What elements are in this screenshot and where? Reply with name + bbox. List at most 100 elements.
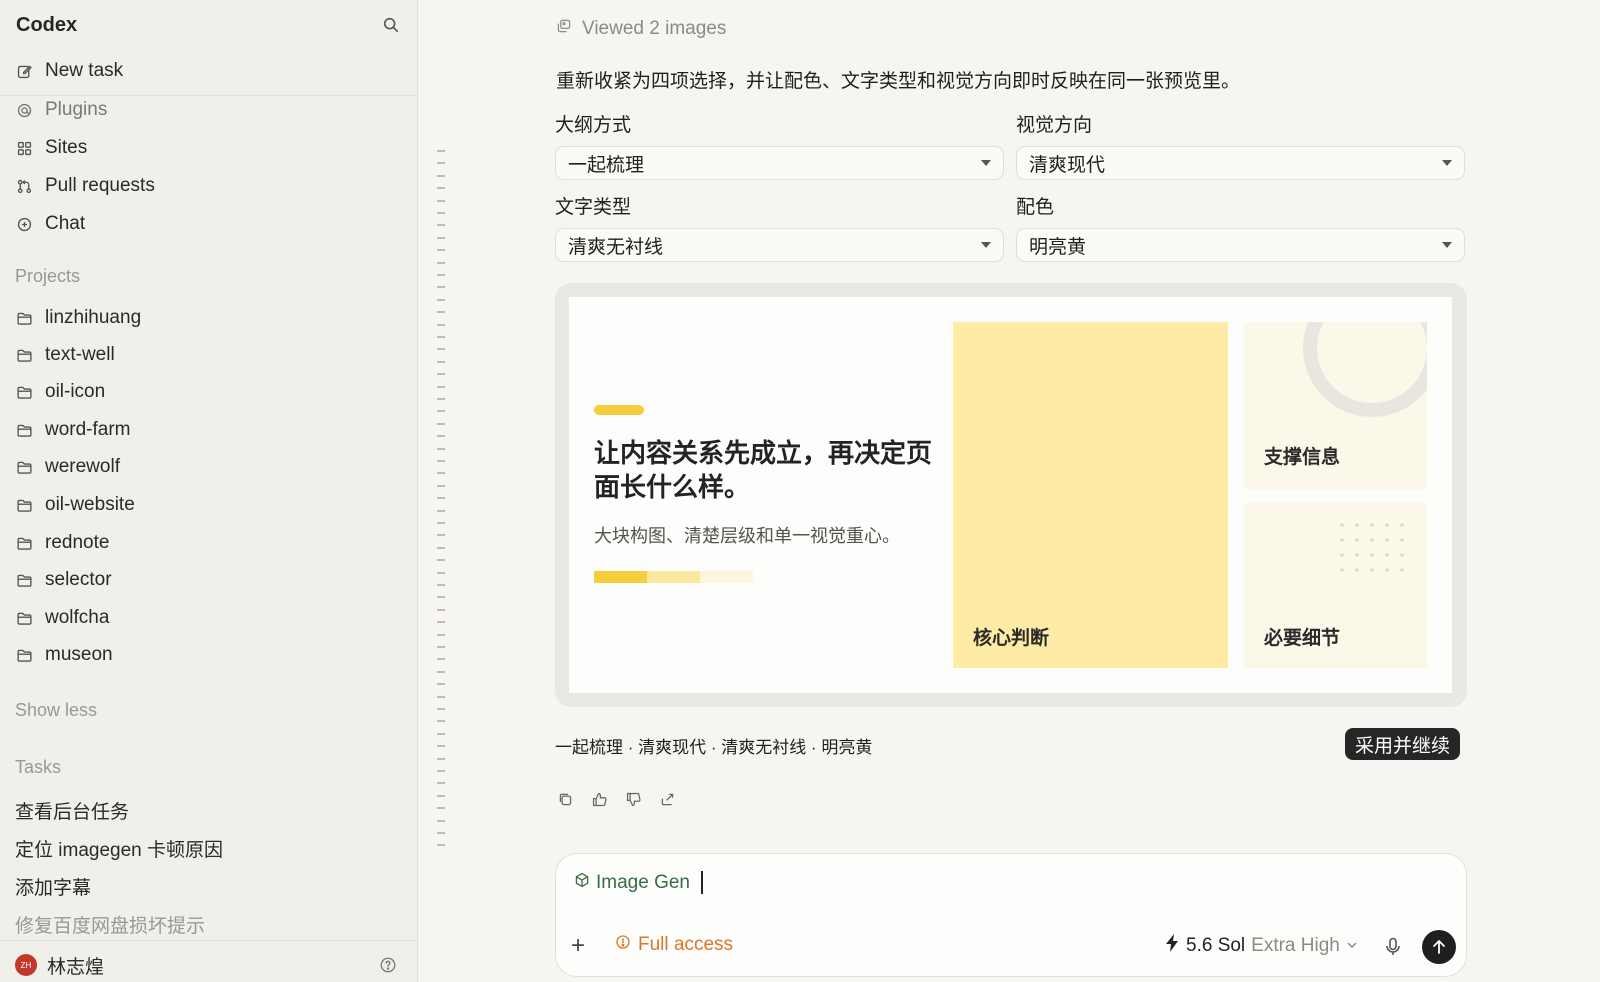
user-profile[interactable]: ZH 林志煌 (15, 952, 104, 979)
intro-text: 重新收紧为四项选择，并让配色、文字类型和视觉方向即时反映在同一张预览里。 (556, 71, 1241, 92)
message-actions (556, 790, 676, 808)
viewed-images-text: Viewed 2 images (582, 18, 727, 39)
chevron-down-icon (981, 242, 991, 248)
chevron-down-icon (1346, 935, 1358, 957)
accent-pill (594, 405, 644, 415)
project-label: selector (45, 569, 112, 590)
share-icon[interactable] (658, 790, 676, 808)
edit-icon (15, 62, 33, 80)
project-label: werewolf (45, 456, 120, 477)
core-block-label: 核心判断 (973, 628, 1050, 649)
sidebar: Codex New task Plugins Sites Pull reques… (0, 0, 418, 982)
nav-pull-requests[interactable]: Pull requests (15, 171, 395, 201)
nav-plugins[interactable]: Plugins (15, 95, 395, 125)
nav-label: Plugins (45, 99, 108, 120)
nav-label: Pull requests (45, 175, 155, 196)
at-icon (15, 101, 33, 119)
preview-heading: 让内容关系先成立，再决定页面长什么样。 (594, 438, 933, 502)
access-label: Full access (638, 934, 734, 955)
progress-segment (700, 571, 753, 583)
folder-icon (15, 309, 33, 327)
arrow-up-icon (1433, 940, 1445, 954)
color-label: 配色 (1016, 197, 1055, 218)
project-item[interactable]: oil-website (15, 490, 395, 520)
project-label: word-farm (45, 419, 131, 440)
user-row: ZH 林志煌 (15, 952, 399, 978)
task-item[interactable]: 查看后台任务 (15, 797, 129, 824)
project-item[interactable]: wolfcha (15, 603, 395, 633)
project-label: wolfcha (45, 607, 110, 628)
folder-icon (15, 421, 33, 439)
image-gen-chip[interactable]: Image Gen (574, 872, 690, 894)
project-label: text-well (45, 344, 115, 365)
color-select[interactable]: 明亮黄 (1016, 228, 1465, 262)
nav-chat[interactable]: Chat (15, 209, 395, 239)
project-item[interactable]: selector (15, 565, 395, 595)
outline-label: 大纲方式 (555, 115, 632, 136)
thumbs-down-icon[interactable] (624, 790, 642, 808)
task-item[interactable]: 定位 imagegen 卡顿原因 (15, 835, 223, 862)
nav-sites[interactable]: Sites (15, 133, 395, 163)
nav-label: Chat (45, 213, 86, 234)
outline-select[interactable]: 一起梳理 (555, 146, 1004, 180)
project-label: linzhihuang (45, 307, 142, 328)
thumbs-up-icon[interactable] (590, 790, 608, 808)
app-title: Codex (16, 13, 78, 36)
help-icon[interactable] (377, 954, 399, 976)
user-name: 林志煌 (47, 956, 105, 978)
detail-block-label: 必要细节 (1264, 628, 1341, 649)
selection-summary: 一起梳理 · 清爽现代 · 清爽无衬线 · 明亮黄 (555, 738, 873, 757)
add-attachment-button[interactable]: + (571, 934, 585, 958)
model-selector[interactable]: 5.6 Sol Extra High (1166, 934, 1358, 958)
chevron-down-icon (1442, 242, 1452, 248)
grid-icon (15, 139, 33, 157)
visual-value: 清爽现代 (1029, 154, 1106, 176)
project-item[interactable]: text-well (15, 340, 395, 370)
project-label: oil-website (45, 494, 135, 515)
images-icon (556, 18, 572, 40)
cube-icon (574, 872, 590, 894)
task-item[interactable]: 修复百度网盘损坏提示 (15, 911, 205, 938)
nav-label: Sites (45, 137, 88, 158)
visual-select[interactable]: 清爽现代 (1016, 146, 1465, 180)
send-button[interactable] (1422, 930, 1456, 964)
project-item[interactable]: oil-icon (15, 377, 395, 407)
preview-subheading: 大块构图、清楚层级和单一视觉重心。 (594, 526, 900, 546)
folder-icon (15, 646, 33, 664)
core-block (953, 322, 1228, 668)
chevron-down-icon (981, 160, 991, 166)
project-item[interactable]: rednote (15, 528, 395, 558)
chevron-down-icon (1442, 160, 1452, 166)
pull-request-icon (15, 177, 33, 195)
task-item[interactable]: 添加字幕 (15, 873, 91, 900)
projects-label: Projects (15, 266, 81, 286)
progress-segment (594, 571, 647, 583)
access-toggle[interactable]: Full access (615, 934, 733, 956)
composer[interactable] (555, 853, 1467, 977)
show-less-link[interactable]: Show less (15, 700, 97, 721)
apply-continue-button[interactable]: 采用并继续 (1345, 728, 1461, 760)
viewed-images-row[interactable]: Viewed 2 images (556, 18, 726, 40)
type-select[interactable]: 清爽无衬线 (555, 228, 1004, 262)
microphone-icon[interactable] (1384, 937, 1402, 957)
folder-icon (15, 609, 33, 627)
progress-segment (647, 571, 700, 583)
text-cursor (701, 871, 703, 894)
copy-icon[interactable] (556, 790, 574, 808)
folder-icon (15, 534, 33, 552)
project-item[interactable]: linzhihuang (15, 303, 395, 333)
warning-icon (615, 934, 631, 956)
folder-icon (15, 496, 33, 514)
model-effort: Extra High (1251, 935, 1340, 956)
type-value: 清爽无衬线 (568, 236, 664, 258)
nav-new-task[interactable]: New task (15, 56, 395, 86)
search-icon[interactable] (380, 14, 402, 36)
project-item[interactable]: werewolf (15, 452, 395, 482)
visual-label: 视觉方向 (1016, 115, 1093, 136)
avatar: ZH (15, 954, 37, 976)
project-label: museon (45, 644, 113, 665)
project-item[interactable]: museon (15, 640, 395, 670)
project-item[interactable]: word-farm (15, 415, 395, 445)
divider (0, 940, 418, 941)
folder-icon (15, 571, 33, 589)
